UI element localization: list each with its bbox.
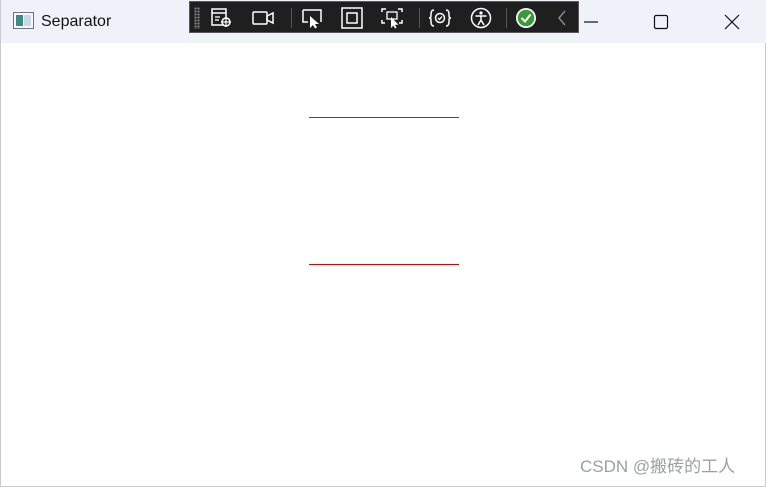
binding-status-ok-icon[interactable]	[513, 6, 539, 30]
display-layout-adorners-icon[interactable]	[339, 6, 365, 30]
window-title: Separator	[41, 13, 112, 30]
close-button[interactable]	[697, 0, 766, 43]
track-focused-element-icon[interactable]	[379, 6, 405, 30]
show-in-app-toolbar-icon[interactable]	[250, 6, 276, 30]
go-to-live-visual-tree-icon[interactable]	[208, 6, 234, 30]
hot-reload-icon[interactable]	[427, 6, 453, 30]
separator-green	[309, 117, 459, 118]
minimize-icon	[584, 20, 598, 23]
accessibility-checker-icon[interactable]	[468, 6, 494, 30]
select-element-icon[interactable]	[299, 6, 325, 30]
close-icon	[724, 14, 740, 29]
separator-red	[309, 264, 459, 265]
maximize-icon	[653, 14, 669, 29]
app-window: Separator CSDN @搬砖的工人	[0, 0, 766, 487]
app-window-icon	[13, 12, 34, 29]
xaml-debug-toolbar	[189, 1, 579, 33]
watermark: CSDN @搬砖的工人	[580, 457, 736, 476]
minimize-button[interactable]	[556, 0, 626, 43]
maximize-button[interactable]	[626, 0, 696, 43]
title-bar[interactable]: Separator	[1, 0, 766, 43]
toolbar-grip-icon[interactable]	[194, 7, 200, 29]
